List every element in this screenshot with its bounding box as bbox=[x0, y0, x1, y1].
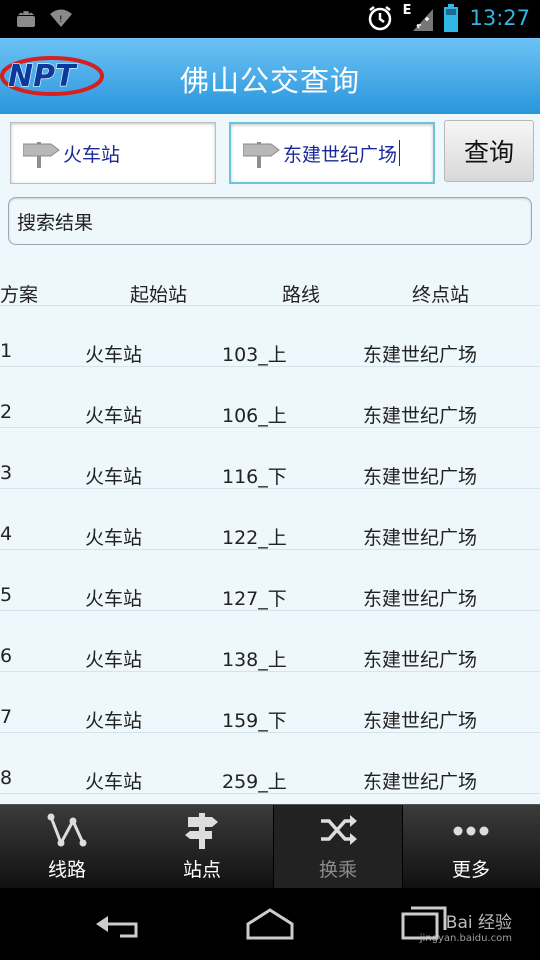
network-type-label: E bbox=[402, 2, 412, 18]
tab-label: 线路 bbox=[47, 859, 86, 881]
route-name: 103_上 bbox=[222, 344, 287, 366]
bottom-tab-bar: 线路 站点 换乘 更多 bbox=[0, 804, 540, 889]
more-icon bbox=[453, 826, 489, 836]
header-plan: 方案 bbox=[0, 284, 39, 306]
end-station: 东建世纪广场 bbox=[363, 466, 478, 488]
table-header: 方案 起始站 路线 终点站 bbox=[0, 274, 540, 306]
end-station: 东建世纪广场 bbox=[363, 588, 478, 610]
plan-number: 1 bbox=[0, 340, 13, 362]
route-name: 106_上 bbox=[222, 405, 287, 427]
start-station: 火车站 bbox=[85, 344, 143, 366]
start-station: 火车站 bbox=[85, 649, 143, 671]
back-icon[interactable] bbox=[90, 904, 150, 944]
search-results-field[interactable]: 搜索结果 bbox=[8, 197, 532, 245]
home-icon[interactable] bbox=[240, 904, 300, 944]
system-nav-bar: Bai 经验 jingyan.baidu.com bbox=[0, 888, 540, 960]
plan-number: 4 bbox=[0, 523, 13, 545]
tab-routes[interactable]: 线路 bbox=[2, 805, 132, 889]
watermark-url: jingyan.baidu.com bbox=[419, 933, 512, 944]
tab-label: 换乘 bbox=[318, 859, 357, 881]
tab-transfer[interactable]: 换乘 bbox=[273, 805, 403, 889]
clock: 13:27 bbox=[469, 6, 530, 30]
start-station: 火车站 bbox=[85, 588, 143, 610]
route-name: 259_上 bbox=[222, 771, 287, 793]
tab-stations[interactable]: 站点 bbox=[137, 805, 267, 889]
header-end-station: 终点站 bbox=[412, 284, 470, 306]
start-station: 火车站 bbox=[85, 405, 143, 427]
tab-label: 更多 bbox=[451, 859, 490, 881]
wifi-warning-icon: ! bbox=[50, 9, 72, 27]
route-name: 116_下 bbox=[222, 466, 287, 488]
route-name: 122_上 bbox=[222, 527, 287, 549]
start-station: 火车站 bbox=[85, 466, 143, 488]
route-name: 138_上 bbox=[222, 649, 287, 671]
status-bar: ! E 13:27 bbox=[0, 0, 540, 38]
table-row[interactable]: 3 火车站 116_下 东建世纪广场 bbox=[0, 428, 540, 489]
table-row[interactable]: 5 火车站 127_下 东建世纪广场 bbox=[0, 550, 540, 611]
signpost-icon bbox=[23, 142, 60, 168]
android-debug-icon bbox=[17, 11, 35, 27]
watermark: Bai 经验 bbox=[445, 913, 512, 933]
end-station: 东建世纪广场 bbox=[363, 344, 478, 366]
header-start-station: 起始站 bbox=[130, 284, 188, 306]
end-station: 东建世纪广场 bbox=[363, 710, 478, 732]
route-icon bbox=[47, 813, 87, 847]
plan-number: 6 bbox=[0, 645, 13, 667]
table-row[interactable]: 8 火车站 259_上 东建世纪广场 bbox=[0, 733, 540, 794]
start-station: 火车站 bbox=[85, 710, 143, 732]
plan-number: 2 bbox=[0, 401, 13, 423]
route-name: 159_下 bbox=[222, 710, 287, 732]
query-button[interactable]: 查询 bbox=[444, 120, 534, 182]
text-caret bbox=[399, 140, 401, 166]
app-header: NPT 佛山公交查询 bbox=[0, 38, 540, 114]
end-station: 东建世纪广场 bbox=[363, 527, 478, 549]
plan-number: 3 bbox=[0, 462, 13, 484]
alarm-icon bbox=[368, 6, 391, 31]
header-route: 路线 bbox=[282, 284, 321, 306]
plan-number: 8 bbox=[0, 767, 13, 789]
results-table: 方案 起始站 路线 终点站 1 火车站 103_上 东建世纪广场 2 火车站 1… bbox=[0, 274, 540, 794]
table-row[interactable]: 2 火车站 106_上 东建世纪广场 bbox=[0, 367, 540, 428]
end-station: 东建世纪广场 bbox=[363, 771, 478, 793]
main-content: 火车站 东建世纪广场 查询 搜索结果 方案 起始站 路线 终点站 1 火车站 1… bbox=[0, 114, 540, 804]
from-station-value: 火车站 bbox=[63, 143, 121, 166]
tab-more[interactable]: 更多 bbox=[406, 805, 536, 889]
end-station: 东建世纪广场 bbox=[363, 649, 478, 671]
signal-icon bbox=[413, 9, 434, 31]
page-title: 佛山公交查询 bbox=[179, 64, 360, 98]
to-station-value: 东建世纪广场 bbox=[283, 143, 398, 166]
start-station: 火车站 bbox=[85, 527, 143, 549]
route-name: 127_下 bbox=[222, 588, 287, 610]
table-row[interactable]: 4 火车站 122_上 东建世纪广场 bbox=[0, 489, 540, 550]
signpost-icon bbox=[243, 142, 280, 168]
plan-number: 7 bbox=[0, 706, 13, 728]
svg-text:!: ! bbox=[59, 15, 63, 25]
table-row[interactable]: 1 火车站 103_上 东建世纪广场 bbox=[0, 306, 540, 367]
table-row[interactable]: 6 火车站 138_上 东建世纪广场 bbox=[0, 611, 540, 672]
from-station-input[interactable]: 火车站 bbox=[10, 122, 216, 184]
signpost-icon bbox=[185, 813, 218, 849]
tab-label: 站点 bbox=[182, 859, 221, 881]
battery-icon bbox=[444, 4, 459, 32]
shuffle-icon bbox=[321, 815, 357, 845]
plan-number: 5 bbox=[0, 584, 13, 606]
start-station: 火车站 bbox=[85, 771, 143, 793]
end-station: 东建世纪广场 bbox=[363, 405, 478, 427]
table-row[interactable]: 7 火车站 159_下 东建世纪广场 bbox=[0, 672, 540, 733]
to-station-input[interactable]: 东建世纪广场 bbox=[229, 122, 435, 184]
